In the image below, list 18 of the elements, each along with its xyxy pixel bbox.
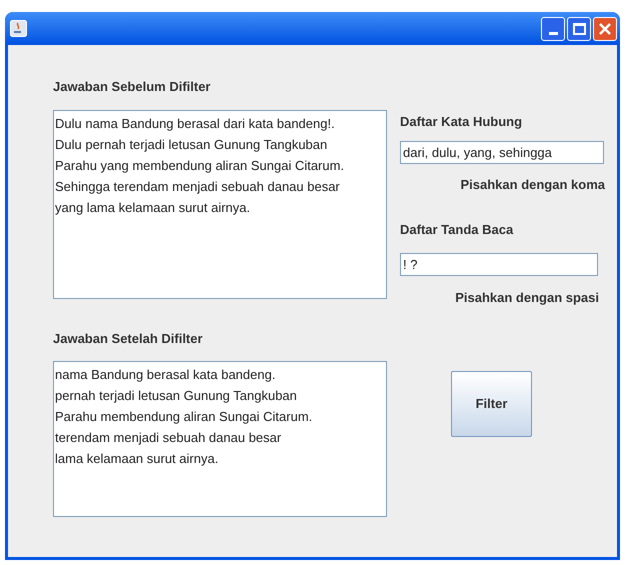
hint-text: Pisahkan dengan koma (460, 176, 605, 194)
close-button[interactable] (593, 16, 617, 40)
minimize-icon (548, 32, 558, 34)
maximize-icon (572, 22, 586, 34)
section-label: Jawaban Setelah Difilter (53, 330, 204, 347)
close-icon (598, 22, 612, 36)
section-label: Jawaban Sebelum Difilter (53, 78, 212, 95)
hint-text: Pisahkan dengan spasi (455, 288, 599, 307)
field-label: Daftar Kata Hubung (400, 113, 524, 130)
input-field[interactable]: dari, dulu, yang, sehingga (400, 141, 604, 164)
text-area[interactable]: Dulu nama Bandung berasal dari kata bandeng!. Dulu pernah terjadi letusan Gunung Tangkuban Parahu yang membendung aliran Sungai Citarum. Sehingga terendam menjadi sebuah danau besar yang lama kelamaan surut airnya. (53, 110, 387, 299)
input-field[interactable]: ! ? (400, 252, 598, 276)
filter-button[interactable]: Filter (451, 371, 532, 437)
maximize-button[interactable] (567, 16, 591, 40)
minimize-button[interactable] (541, 16, 565, 40)
text-area[interactable]: nama Bandung berasal kata bandeng. pernah terjadi letusan Gunung Tangkuban Parahu membendung aliran Sungai Citarum. terendam menjadi sebuah danau besar lama kelamaan surut airnya. (53, 361, 387, 517)
field-label: Daftar Tanda Baca (400, 220, 514, 238)
cup-icon (10, 20, 27, 37)
